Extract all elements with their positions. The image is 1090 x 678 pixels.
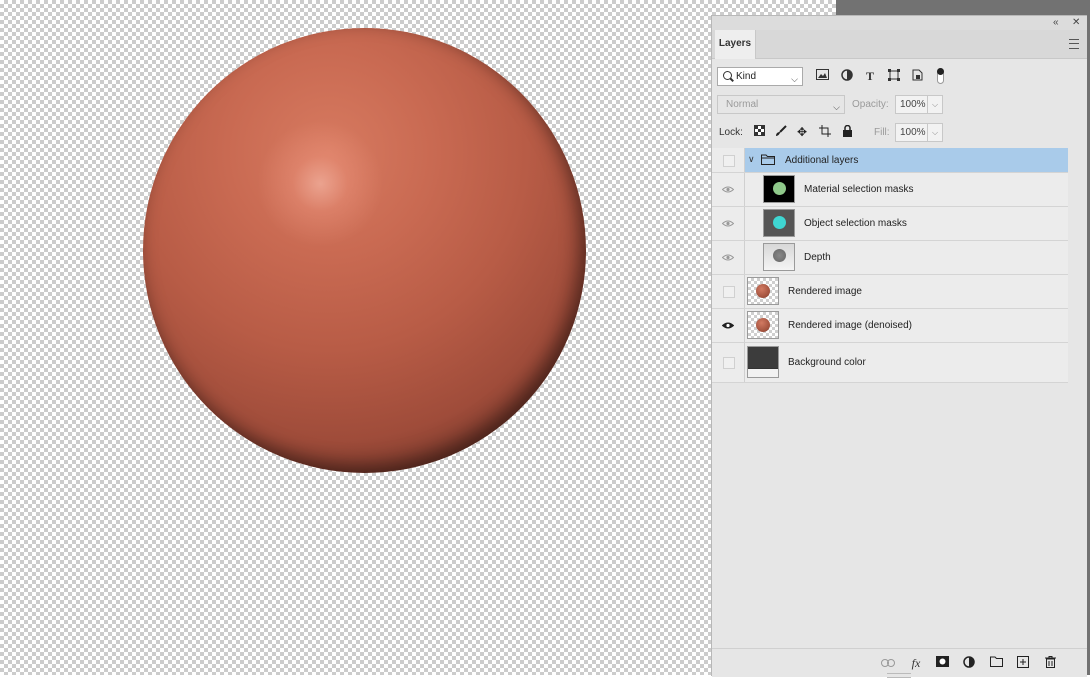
- chevron-down-icon[interactable]: ⌵: [927, 96, 942, 113]
- fx-icon[interactable]: fx: [909, 656, 923, 670]
- visibility-cell[interactable]: [712, 173, 745, 206]
- layer-row[interactable]: Depth: [712, 241, 1068, 275]
- layer-name[interactable]: Background color: [788, 357, 866, 368]
- layer-name[interactable]: Material selection masks: [804, 184, 913, 195]
- visibility-off-box[interactable]: [723, 286, 735, 298]
- type-layer-filter-icon[interactable]: T: [863, 69, 877, 83]
- pixel-layer-filter-icon[interactable]: [815, 69, 829, 83]
- sphere-thumbnail: [756, 284, 770, 298]
- layer-thumbnail: [747, 311, 779, 339]
- rendered-sphere: [143, 28, 586, 473]
- layer-name[interactable]: Rendered image: [788, 286, 862, 297]
- lock-label: Lock:: [719, 127, 743, 138]
- close-panel-icon[interactable]: ✕: [1072, 16, 1080, 30]
- chevron-down-icon[interactable]: ⌵: [927, 124, 942, 141]
- depth-dot: [773, 249, 786, 262]
- opacity-field[interactable]: 100% ⌵: [895, 95, 943, 114]
- add-mask-icon[interactable]: [935, 656, 949, 670]
- visibility-cell[interactable]: [712, 241, 745, 274]
- layer-row-group[interactable]: ∨ Additional layers: [712, 148, 1068, 173]
- chevron-down-icon: ⌵: [791, 74, 798, 84]
- chevron-down-icon: ⌵: [833, 102, 840, 112]
- layer-row[interactable]: Rendered image: [712, 275, 1068, 309]
- lock-artboard-icon[interactable]: [818, 125, 832, 139]
- shape-layer-filter-icon[interactable]: [887, 69, 901, 83]
- mask-dot: [773, 216, 786, 229]
- blend-mode-value: Normal: [726, 99, 759, 110]
- layer-name[interactable]: Rendered image (denoised): [788, 320, 912, 331]
- smart-object-filter-icon[interactable]: [911, 69, 925, 83]
- fill-field[interactable]: 100% ⌵: [895, 123, 943, 142]
- sphere-thumbnail: [756, 318, 770, 332]
- eye-icon[interactable]: [722, 322, 734, 329]
- visibility-cell[interactable]: [712, 343, 745, 382]
- filter-kind-select[interactable]: Kind ⌵: [717, 67, 803, 86]
- visibility-cell[interactable]: [712, 275, 745, 308]
- layer-row[interactable]: Object selection masks: [712, 207, 1068, 241]
- new-group-icon[interactable]: [989, 656, 1003, 670]
- lock-position-icon[interactable]: ✥: [795, 125, 809, 139]
- panel-menu-icon[interactable]: [1069, 39, 1079, 49]
- fill-layer-indicator: [748, 368, 778, 377]
- panel-title-bar: « ✕: [712, 16, 1087, 30]
- lock-image-pixels-icon[interactable]: [774, 125, 788, 139]
- layer-row[interactable]: Background color: [712, 343, 1068, 383]
- adjustment-layer-icon[interactable]: [962, 656, 976, 670]
- blend-mode-select[interactable]: Normal ⌵: [717, 95, 845, 114]
- opacity-label: Opacity:: [852, 99, 889, 110]
- panel-resize-grip[interactable]: [887, 673, 911, 678]
- layer-thumbnail: [763, 243, 795, 271]
- layer-row[interactable]: Material selection masks: [712, 173, 1068, 207]
- visibility-off-box[interactable]: [723, 155, 735, 167]
- layer-name[interactable]: Additional layers: [785, 155, 858, 166]
- eye-icon[interactable]: [722, 254, 734, 261]
- fill-value: 100%: [900, 127, 926, 138]
- visibility-cell[interactable]: [712, 207, 745, 240]
- layers-panel: « ✕ Layers Kind ⌵ T Normal ⌵ Opacity: 10…: [711, 15, 1087, 678]
- expand-chevron-icon[interactable]: ∨: [748, 154, 755, 165]
- collapse-panel-icon[interactable]: «: [1053, 16, 1059, 30]
- visibility-off-box[interactable]: [723, 357, 735, 369]
- filter-toggle-knob: [937, 68, 944, 75]
- layer-thumbnail: [763, 209, 795, 237]
- new-layer-icon[interactable]: [1016, 656, 1030, 670]
- layer-row[interactable]: Rendered image (denoised): [712, 309, 1068, 343]
- layer-name[interactable]: Object selection masks: [804, 218, 907, 229]
- opacity-value: 100%: [900, 99, 926, 110]
- fill-label: Fill:: [874, 127, 890, 138]
- tab-layers[interactable]: Layers: [715, 30, 756, 59]
- lock-transparent-pixels-icon[interactable]: [752, 125, 766, 139]
- layer-thumbnail: [763, 175, 795, 203]
- layer-thumbnail: [747, 346, 779, 378]
- panel-tab-bar: [712, 30, 1087, 59]
- search-icon: [723, 71, 732, 80]
- lock-all-icon[interactable]: [840, 124, 854, 139]
- folder-icon: [761, 154, 775, 168]
- link-layers-icon[interactable]: [881, 656, 895, 670]
- adjustment-layer-filter-icon[interactable]: [840, 69, 854, 83]
- trash-icon[interactable]: [1043, 656, 1057, 670]
- mask-dot: [773, 182, 786, 195]
- visibility-cell[interactable]: [712, 309, 745, 342]
- filter-kind-label: Kind: [736, 71, 757, 82]
- eye-icon[interactable]: [722, 186, 734, 193]
- visibility-cell[interactable]: [712, 148, 745, 172]
- layer-name[interactable]: Depth: [804, 252, 831, 263]
- layer-thumbnail: [747, 277, 779, 305]
- eye-icon[interactable]: [722, 220, 734, 227]
